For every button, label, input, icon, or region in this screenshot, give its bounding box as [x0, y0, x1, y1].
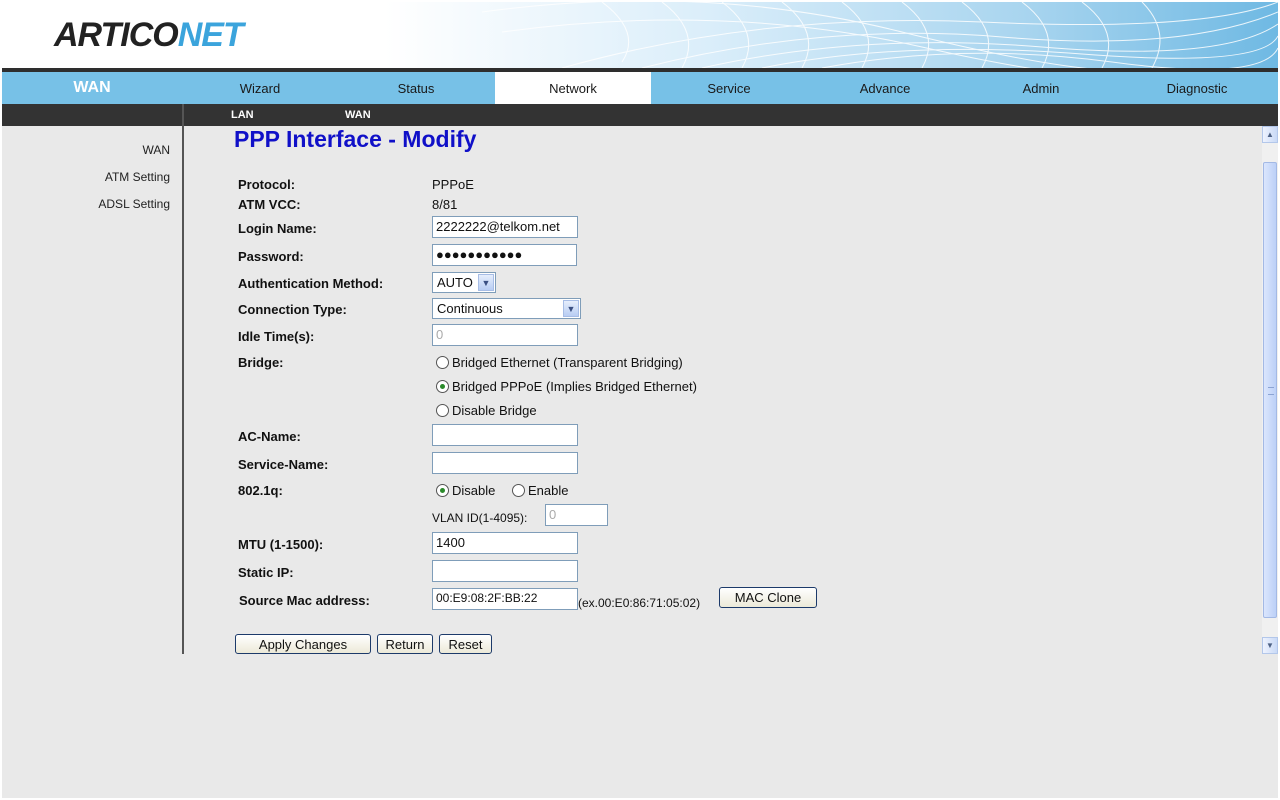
- bridge-option-ethernet[interactable]: Bridged Ethernet (Transparent Bridging): [436, 355, 683, 370]
- static-ip-label: Static IP:: [238, 565, 294, 580]
- bridge-label: Bridge:: [238, 355, 284, 370]
- connection-type-value: Continuous: [437, 301, 503, 316]
- login-name-input[interactable]: 2222222@telkom.net: [432, 216, 578, 238]
- radio-icon[interactable]: [512, 484, 525, 497]
- main-content: PPP Interface - Modify Protocol: PPPoE A…: [184, 126, 1262, 654]
- dot1q-option-disable-label: Disable: [452, 483, 496, 498]
- service-name-input[interactable]: [432, 452, 578, 474]
- sidebar-item-adsl-setting[interactable]: ADSL Setting: [98, 197, 170, 211]
- mac-example-hint: (ex.00:E0:86:71:05:02): [578, 596, 701, 610]
- nav-item-advance[interactable]: Advance: [807, 72, 963, 104]
- atm-vcc-value: 8/81: [432, 197, 458, 212]
- nav-item-service[interactable]: Service: [651, 72, 807, 104]
- bridge-option-ethernet-label: Bridged Ethernet (Transparent Bridging): [452, 355, 683, 370]
- sidebar-item-wan[interactable]: WAN: [142, 143, 170, 157]
- source-mac-input[interactable]: 00:E9:08:2F:BB:22: [432, 588, 578, 610]
- sidebar-item-atm-setting[interactable]: ATM Setting: [105, 170, 170, 184]
- radio-checked-icon[interactable]: [436, 380, 449, 393]
- dot1q-option-enable-label: Enable: [528, 483, 569, 498]
- bridge-option-disable-label: Disable Bridge: [452, 403, 537, 418]
- sub-nav: LAN WAN: [2, 104, 1278, 126]
- vlan-id-input[interactable]: 0: [545, 504, 608, 526]
- mtu-label: MTU (1-1500):: [238, 537, 324, 552]
- reset-button[interactable]: Reset: [439, 634, 492, 654]
- vlan-id-label: VLAN ID(1-4095):: [432, 511, 528, 525]
- idle-time-input[interactable]: 0: [432, 324, 578, 346]
- nav-item-network[interactable]: Network: [495, 72, 651, 104]
- return-button[interactable]: Return: [377, 634, 433, 654]
- radio-icon[interactable]: [436, 356, 449, 369]
- bridge-option-pppoe-label: Bridged PPPoE (Implies Bridged Ethernet): [452, 379, 697, 394]
- dot1q-option-disable[interactable]: Disable: [436, 483, 495, 498]
- router-admin-page: ARTICONET WAN Wizard Status Network Serv…: [2, 2, 1278, 798]
- nav-item-wizard[interactable]: Wizard: [182, 72, 338, 104]
- mac-clone-button[interactable]: MAC Clone: [719, 587, 817, 608]
- scroll-down-icon[interactable]: ▼: [1262, 637, 1278, 654]
- chevron-down-icon: ▼: [563, 300, 579, 317]
- static-ip-input[interactable]: [432, 560, 578, 582]
- logo-text-artico: ARTICO: [54, 16, 179, 54]
- auth-method-label: Authentication Method:: [238, 276, 384, 291]
- nav-item-diagnostic[interactable]: Diagnostic: [1119, 72, 1275, 104]
- logo-text-net: NET: [177, 16, 244, 54]
- sidebar: WAN ATM Setting ADSL Setting: [2, 126, 182, 654]
- main-nav: WAN Wizard Status Network Service Advanc…: [2, 72, 1278, 104]
- subnav-item-lan[interactable]: LAN: [231, 104, 254, 126]
- vertical-scrollbar[interactable]: ▲ ▼: [1262, 126, 1278, 654]
- nav-item-admin[interactable]: Admin: [963, 72, 1119, 104]
- apply-changes-button[interactable]: Apply Changes: [235, 634, 371, 654]
- nav-item-status[interactable]: Status: [338, 72, 494, 104]
- password-label: Password:: [238, 249, 304, 264]
- auth-method-value: AUTO: [437, 275, 473, 290]
- protocol-value: PPPoE: [432, 177, 474, 192]
- scrollbar-thumb[interactable]: [1263, 162, 1277, 618]
- connection-type-label: Connection Type:: [238, 302, 347, 317]
- scroll-up-icon[interactable]: ▲: [1262, 126, 1278, 143]
- dot1q-label: 802.1q:: [238, 483, 283, 498]
- idle-time-label: Idle Time(s):: [238, 329, 315, 344]
- password-input[interactable]: ●●●●●●●●●●●: [432, 244, 577, 266]
- grip-icon: [1268, 387, 1274, 395]
- header-banner: ARTICONET: [2, 2, 1278, 68]
- radio-checked-icon[interactable]: [436, 484, 449, 497]
- protocol-label: Protocol:: [238, 177, 296, 192]
- atm-vcc-label: ATM VCC:: [238, 197, 301, 212]
- bridge-option-disable[interactable]: Disable Bridge: [436, 403, 537, 418]
- chevron-down-icon: ▼: [478, 274, 494, 291]
- subnav-item-wan[interactable]: WAN: [345, 104, 371, 126]
- mtu-input[interactable]: 1400: [432, 532, 578, 554]
- ac-name-label: AC-Name:: [238, 429, 301, 444]
- bridge-option-pppoe[interactable]: Bridged PPPoE (Implies Bridged Ethernet): [436, 379, 697, 394]
- service-name-label: Service-Name:: [238, 457, 329, 472]
- dot1q-option-enable[interactable]: Enable: [512, 483, 568, 498]
- nav-section-title: WAN: [73, 79, 111, 96]
- connection-type-select[interactable]: Continuous ▼: [432, 298, 581, 319]
- articonet-logo: ARTICONET: [54, 16, 244, 55]
- login-name-label: Login Name:: [238, 221, 317, 236]
- ac-name-input[interactable]: [432, 424, 578, 446]
- page-title: PPP Interface - Modify: [234, 126, 477, 152]
- radio-icon[interactable]: [436, 404, 449, 417]
- source-mac-label: Source Mac address:: [239, 593, 370, 608]
- auth-method-select[interactable]: AUTO ▼: [432, 272, 496, 293]
